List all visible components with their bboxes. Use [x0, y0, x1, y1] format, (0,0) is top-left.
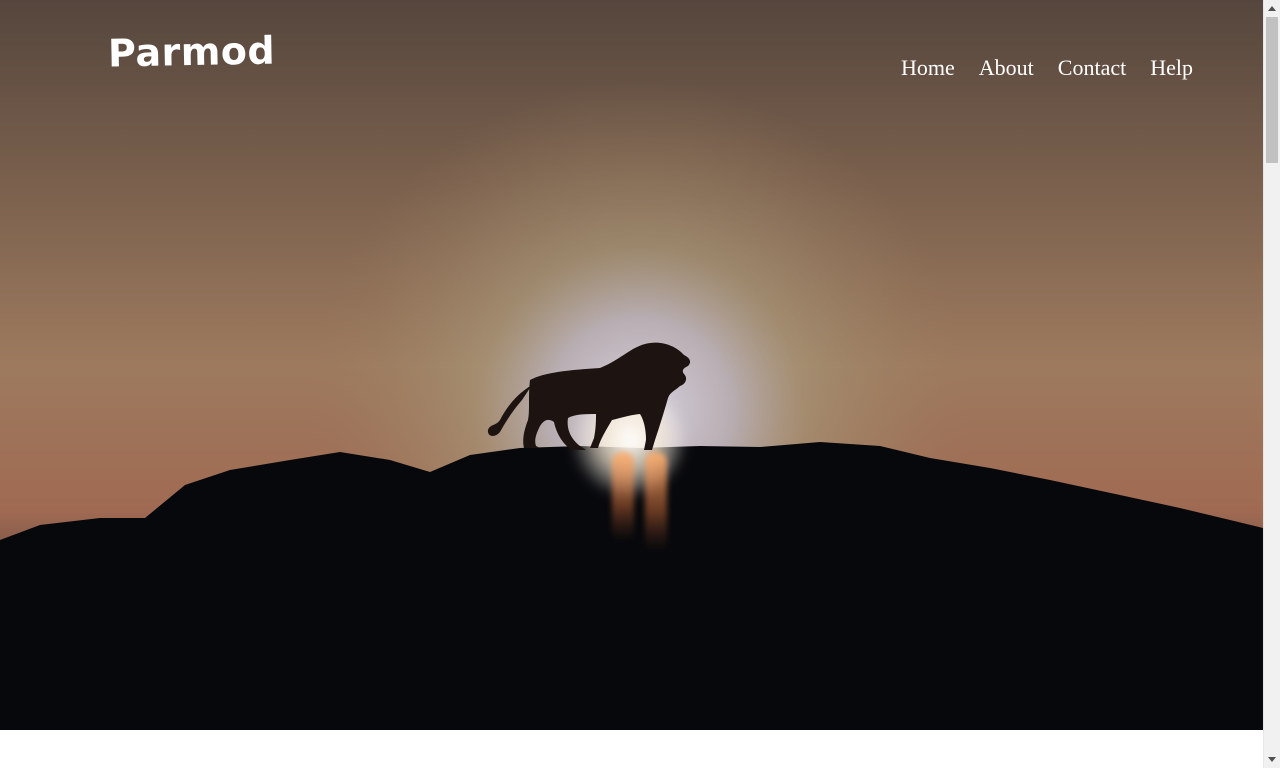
nav-item-help: Help — [1150, 54, 1193, 82]
site-logo[interactable]: Parmod — [108, 29, 276, 76]
nav-item-about: About — [979, 54, 1034, 82]
vertical-scrollbar[interactable] — [1263, 0, 1280, 768]
content-area — [0, 730, 1263, 768]
main-nav: Home About Contact Help — [901, 54, 1193, 82]
nav-item-contact: Contact — [1058, 54, 1126, 82]
nav-link-about[interactable]: About — [979, 55, 1034, 80]
lion-silhouette-sunset-image — [0, 0, 1263, 730]
nav-link-home[interactable]: Home — [901, 55, 955, 80]
nav-link-help[interactable]: Help — [1150, 55, 1193, 80]
nav-link-contact[interactable]: Contact — [1058, 55, 1126, 80]
scroll-down-arrow-icon[interactable] — [1264, 751, 1280, 768]
hero-section: Parmod Home About Contact Help — [0, 0, 1263, 730]
nav-item-home: Home — [901, 54, 955, 82]
scroll-up-arrow-icon[interactable] — [1264, 0, 1280, 17]
scrollbar-thumb[interactable] — [1266, 17, 1278, 163]
page-viewport: Parmod Home About Contact Help — [0, 0, 1263, 768]
